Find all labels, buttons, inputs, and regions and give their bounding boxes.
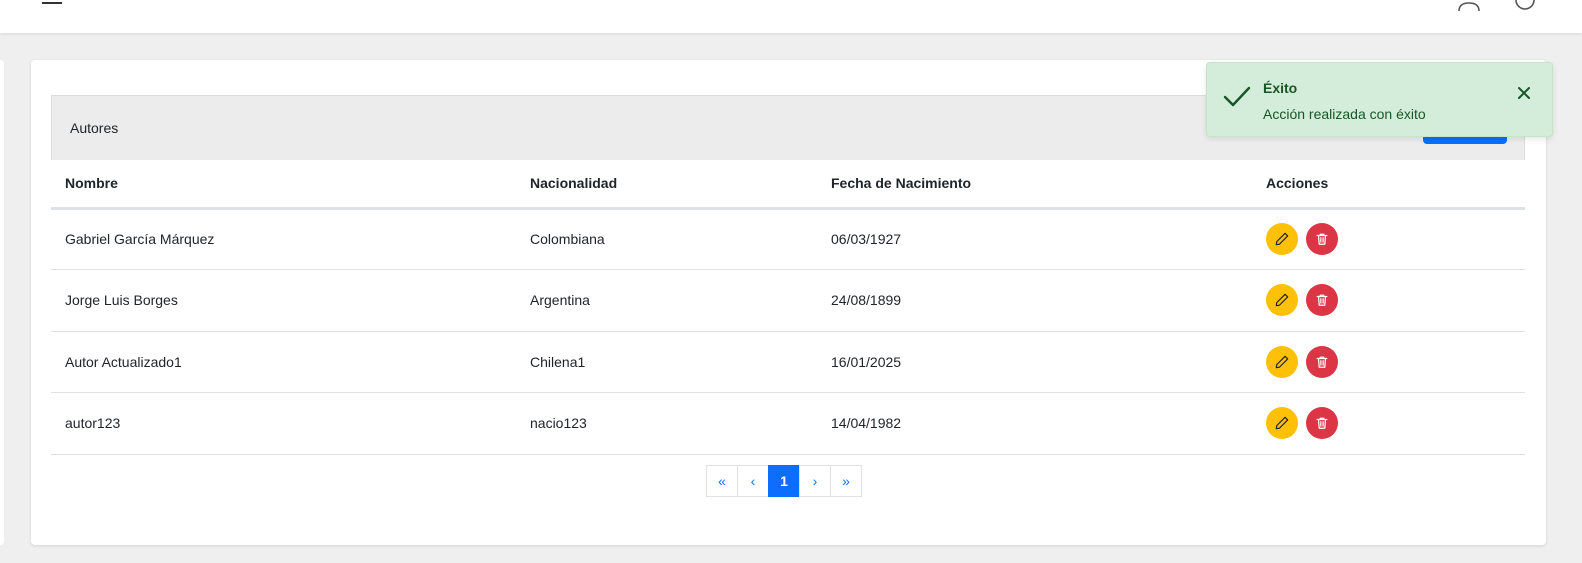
- pencil-icon: [1275, 416, 1289, 430]
- cell-acciones: [1252, 269, 1525, 332]
- cell-fecha: 14/04/1982: [817, 392, 1252, 455]
- cell-nacionalidad: nacio123: [516, 392, 817, 455]
- power-icon[interactable]: [1512, 0, 1538, 12]
- cell-nombre: Autor Actualizado1: [51, 331, 516, 393]
- close-icon[interactable]: [1514, 83, 1534, 103]
- page-last-button[interactable]: »: [830, 465, 862, 497]
- delete-button[interactable]: [1305, 223, 1338, 256]
- top-navbar: [0, 0, 1582, 33]
- sidebar-edge: [0, 60, 4, 545]
- table-header-row: Nombre Nacionalidad Fecha de Nacimiento …: [51, 160, 1525, 210]
- authors-table: Nombre Nacionalidad Fecha de Nacimiento …: [51, 160, 1525, 455]
- cell-nombre: Gabriel García Márquez: [51, 208, 516, 270]
- cell-nacionalidad: Colombiana: [516, 208, 817, 270]
- column-header-acciones: Acciones: [1252, 160, 1525, 210]
- toast-title: Éxito: [1263, 80, 1298, 96]
- trash-icon: [1316, 356, 1328, 368]
- trash-icon: [1316, 417, 1328, 430]
- pencil-icon: [1275, 293, 1289, 307]
- authors-table-container: Nombre Nacionalidad Fecha de Nacimiento …: [51, 160, 1525, 455]
- pagination: « ‹ 1 › »: [706, 465, 862, 497]
- page-next-button[interactable]: ›: [799, 465, 831, 497]
- column-header-nacionalidad: Nacionalidad: [516, 160, 817, 210]
- edit-button[interactable]: [1266, 223, 1298, 256]
- table-row: autor123 nacio123 14/04/1982: [51, 392, 1525, 455]
- cell-fecha: 24/08/1899: [817, 269, 1252, 332]
- table-row: Autor Actualizado1 Chilena1 16/01/2025: [51, 331, 1525, 393]
- page-current-button[interactable]: 1: [768, 465, 800, 497]
- card-title: Autores: [70, 120, 119, 136]
- column-header-nombre: Nombre: [51, 160, 516, 210]
- cell-acciones: [1252, 208, 1525, 270]
- menu-icon[interactable]: [40, 0, 64, 10]
- column-header-fecha: Fecha de Nacimiento: [817, 160, 1252, 210]
- cell-fecha: 06/03/1927: [817, 208, 1252, 270]
- user-icon[interactable]: [1456, 0, 1482, 12]
- trash-icon: [1316, 233, 1328, 246]
- page-prev-button[interactable]: ‹: [737, 465, 769, 497]
- cell-nombre: autor123: [51, 392, 516, 455]
- pencil-icon: [1275, 355, 1289, 369]
- cell-nombre: Jorge Luis Borges: [51, 269, 516, 332]
- cell-nacionalidad: Chilena1: [516, 331, 817, 393]
- edit-button[interactable]: [1266, 407, 1298, 440]
- table-row: Gabriel García Márquez Colombiana 06/03/…: [51, 208, 1525, 270]
- edit-button[interactable]: [1266, 345, 1298, 378]
- delete-button[interactable]: [1305, 407, 1338, 440]
- success-toast: Éxito Acción realizada con éxito: [1206, 62, 1553, 137]
- delete-button[interactable]: [1305, 345, 1338, 378]
- edit-button[interactable]: [1266, 284, 1298, 317]
- cell-acciones: [1252, 331, 1525, 393]
- cell-nacionalidad: Argentina: [516, 269, 817, 332]
- check-icon: [1223, 86, 1251, 107]
- table-row: Jorge Luis Borges Argentina 24/08/1899: [51, 269, 1525, 332]
- page-first-button[interactable]: «: [706, 465, 738, 497]
- delete-button[interactable]: [1305, 284, 1338, 317]
- cell-acciones: [1252, 392, 1525, 455]
- toast-message: Acción realizada con éxito: [1263, 106, 1426, 122]
- trash-icon: [1316, 294, 1328, 307]
- cell-fecha: 16/01/2025: [817, 331, 1252, 393]
- pencil-icon: [1275, 232, 1289, 246]
